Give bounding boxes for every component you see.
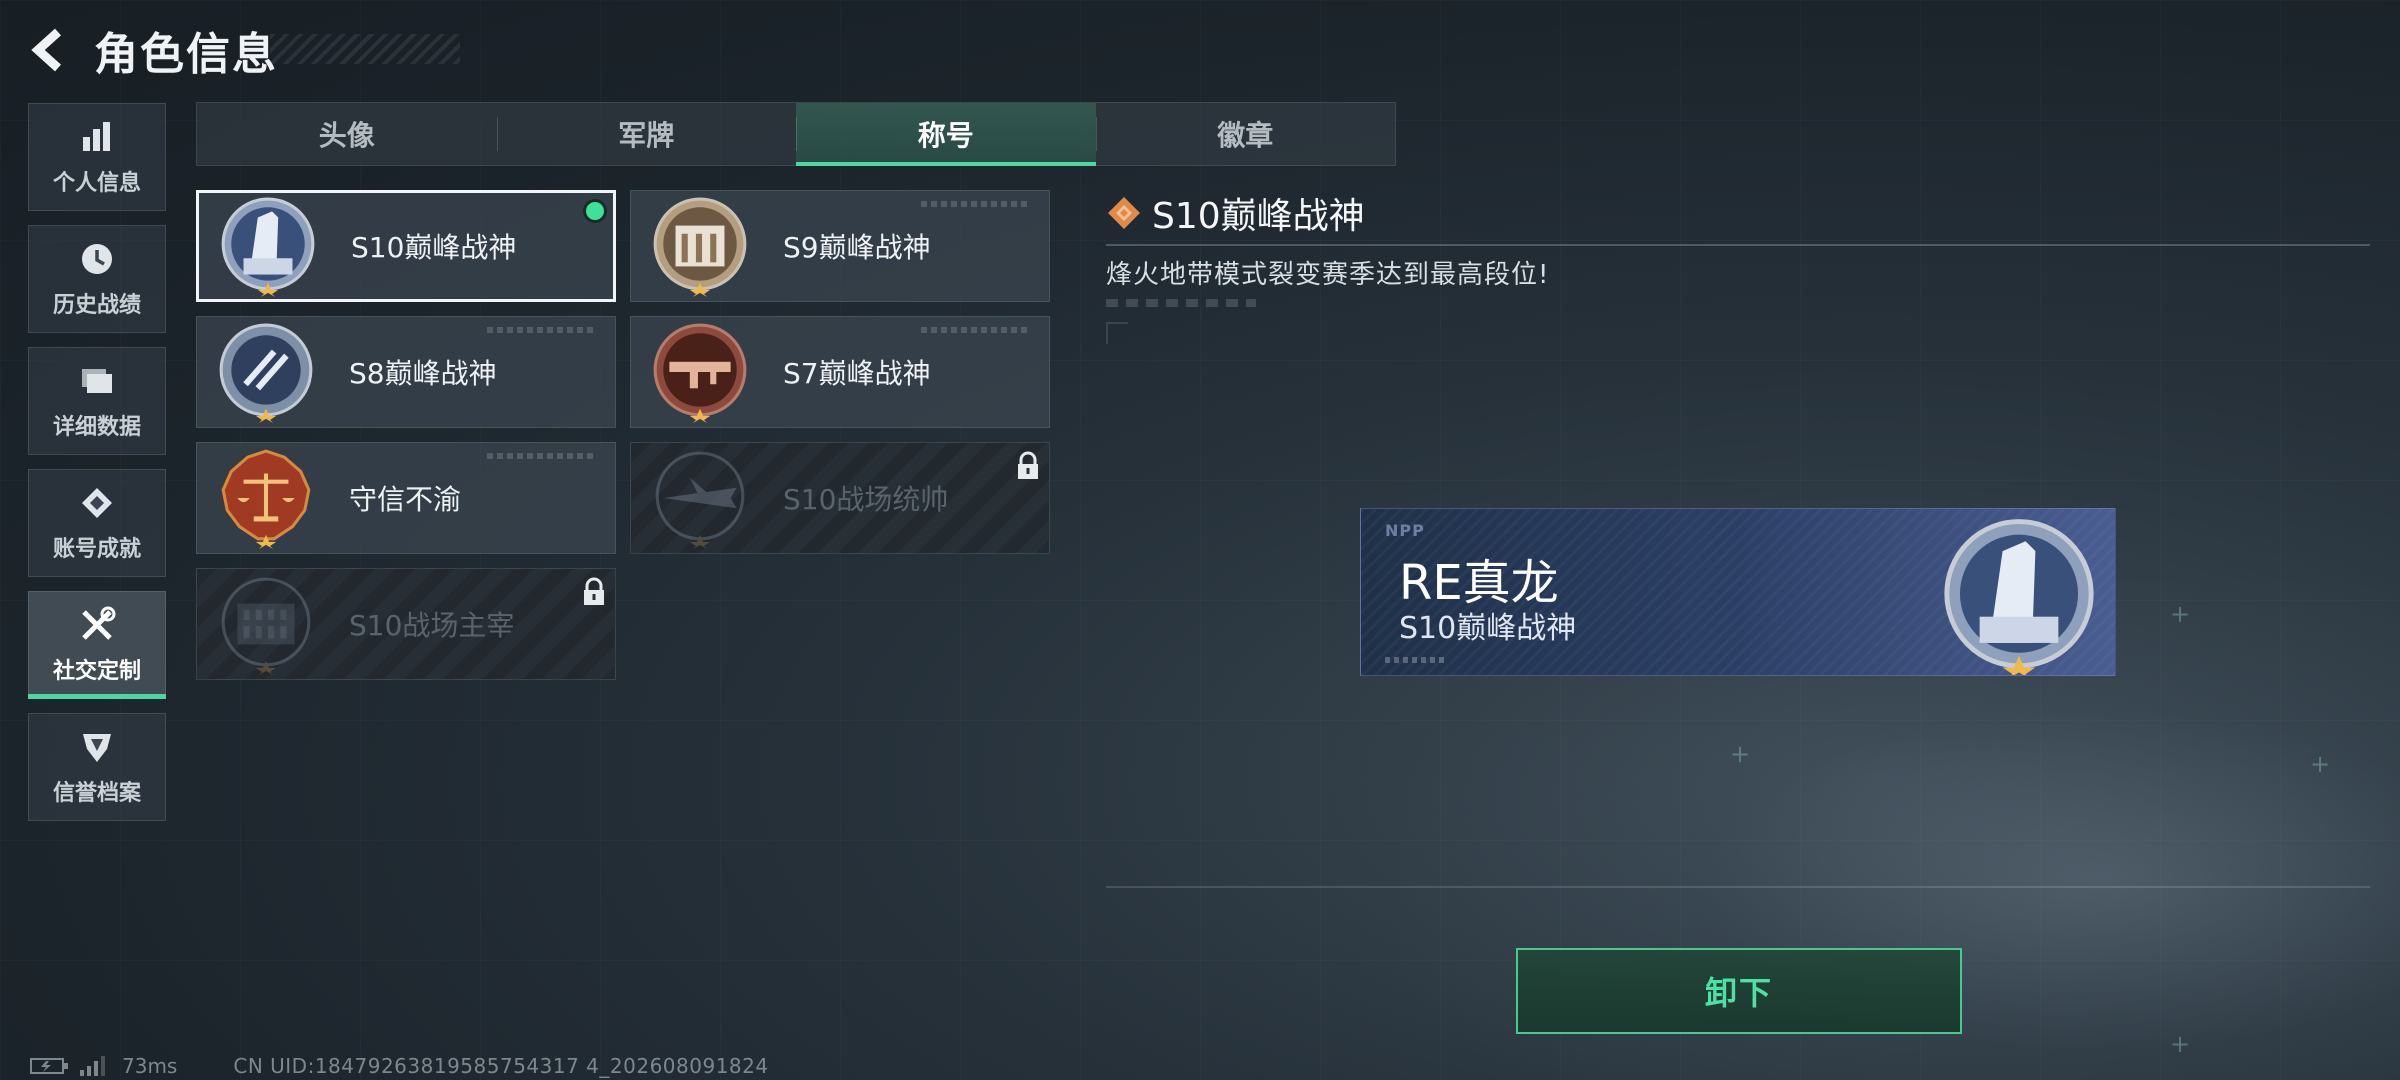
title-card-s10-commander[interactable]: S10战场统帅: [630, 442, 1050, 554]
decor-cross: +: [2170, 1030, 2191, 1058]
colosseum-badge-icon: [221, 577, 311, 675]
unequip-button[interactable]: 卸下: [1516, 948, 1962, 1034]
shield-icon: [77, 727, 117, 767]
sidebar-item-label: 账号成就: [52, 537, 141, 562]
tab-badge[interactable]: 徽章: [1095, 103, 1396, 165]
battery-icon: [30, 1058, 68, 1074]
title-card-s8-peak[interactable]: S8巅峰战神: [196, 316, 616, 428]
card-decoration: [487, 327, 597, 333]
category-tabs: 头像 军牌 称号 徽章: [196, 102, 1396, 166]
preview-logo: NPP: [1385, 521, 1425, 540]
sidebar-item-detailed-data[interactable]: 详细数据: [28, 347, 166, 455]
title-name: S10战场统帅: [783, 483, 949, 516]
tools-icon: [77, 605, 117, 645]
stripes-badge-icon: [219, 323, 313, 423]
card-decoration: [921, 327, 1031, 333]
title-name: S10战场主宰: [349, 609, 515, 642]
bar-chart-icon: [77, 117, 117, 157]
lock-icon: [1018, 451, 1038, 479]
decor-cross: +: [1730, 740, 1751, 768]
sidebar-item-label: 社交定制: [52, 659, 141, 684]
title-name: S7巅峰战神: [783, 357, 931, 390]
detail-title: S10巅峰战神: [1152, 196, 1365, 237]
aircraft-badge-icon: [655, 451, 745, 549]
title-name: S8巅峰战神: [349, 357, 497, 390]
rifle-badge-icon: [653, 323, 747, 423]
title-card-s10-peak[interactable]: S10巅峰战神: [196, 190, 616, 302]
title-card-s7-peak[interactable]: S7巅峰战神: [630, 316, 1050, 428]
decor-cross: +: [2170, 600, 2191, 628]
back-button[interactable]: [26, 24, 70, 76]
title-preview-banner: NPP RE真龙 S10巅峰战神: [1360, 508, 2116, 676]
tab-dog-tag[interactable]: 军牌: [496, 103, 797, 165]
title-name: S9巅峰战神: [783, 231, 931, 264]
tab-avatar[interactable]: 头像: [197, 103, 497, 165]
title-card-keep-faith[interactable]: 守信不渝: [196, 442, 616, 554]
sidebar-item-label: 历史战绩: [52, 293, 141, 318]
achievement-icon: [77, 483, 117, 523]
equipped-indicator: [583, 199, 607, 223]
page-title: 角色信息: [94, 29, 278, 80]
sidebar-item-label: 个人信息: [52, 171, 141, 196]
title-detail: S10巅峰战神 烽火地带模式裂变赛季达到最高段位!: [1106, 190, 2370, 307]
tab-title[interactable]: 称号: [796, 103, 1096, 166]
uid-text: CN UID:18479263819585754317 4_2026080918…: [233, 1054, 769, 1078]
divider: [1106, 244, 2370, 246]
sidebar-item-label: 信誉档案: [52, 781, 141, 806]
title-name: S10巅峰战神: [351, 231, 517, 264]
scales-badge-icon: [221, 449, 311, 549]
clock-icon: [77, 239, 117, 279]
sidebar-item-social-custom[interactable]: 社交定制: [28, 591, 166, 699]
detail-description: 烽火地带模式裂变赛季达到最高段位!: [1106, 260, 1550, 290]
diamond-icon: [1108, 197, 1140, 229]
status-bar: 73ms CN UID:18479263819585754317 4_20260…: [30, 1052, 769, 1080]
title-card-s10-dominator[interactable]: S10战场主宰: [196, 568, 616, 680]
sidebar-item-achievements[interactable]: 账号成就: [28, 469, 166, 577]
preview-decoration: [1385, 657, 1445, 663]
folder-icon: [77, 361, 117, 401]
lock-icon: [584, 577, 604, 605]
sidebar-item-personal-info[interactable]: 个人信息: [28, 103, 166, 211]
decor-cross: +: [2310, 750, 2331, 778]
sidebar-item-history[interactable]: 历史战绩: [28, 225, 166, 333]
title-name: 守信不渝: [349, 483, 462, 516]
sidebar-item-credit-profile[interactable]: 信誉档案: [28, 713, 166, 821]
latency-text: 73ms: [122, 1054, 178, 1078]
card-decoration: [487, 453, 597, 459]
header: 角色信息: [26, 20, 278, 80]
detail-decoration: [1106, 299, 1256, 307]
back-arrow-icon: [31, 28, 62, 72]
preview-title: S10巅峰战神: [1399, 611, 1577, 646]
header-decoration: [270, 34, 460, 64]
dam-badge-icon: [653, 197, 747, 297]
tower-badge-icon: [1944, 519, 2094, 675]
tower-badge-icon: [221, 197, 315, 297]
sidebar-item-label: 详细数据: [52, 415, 141, 440]
sidebar: 个人信息 历史战绩 详细数据 账号成就 社交定制 信誉档案: [28, 103, 166, 835]
signal-icon: [80, 1056, 105, 1076]
card-decoration: [921, 201, 1031, 207]
title-card-s9-peak[interactable]: S9巅峰战神: [630, 190, 1050, 302]
